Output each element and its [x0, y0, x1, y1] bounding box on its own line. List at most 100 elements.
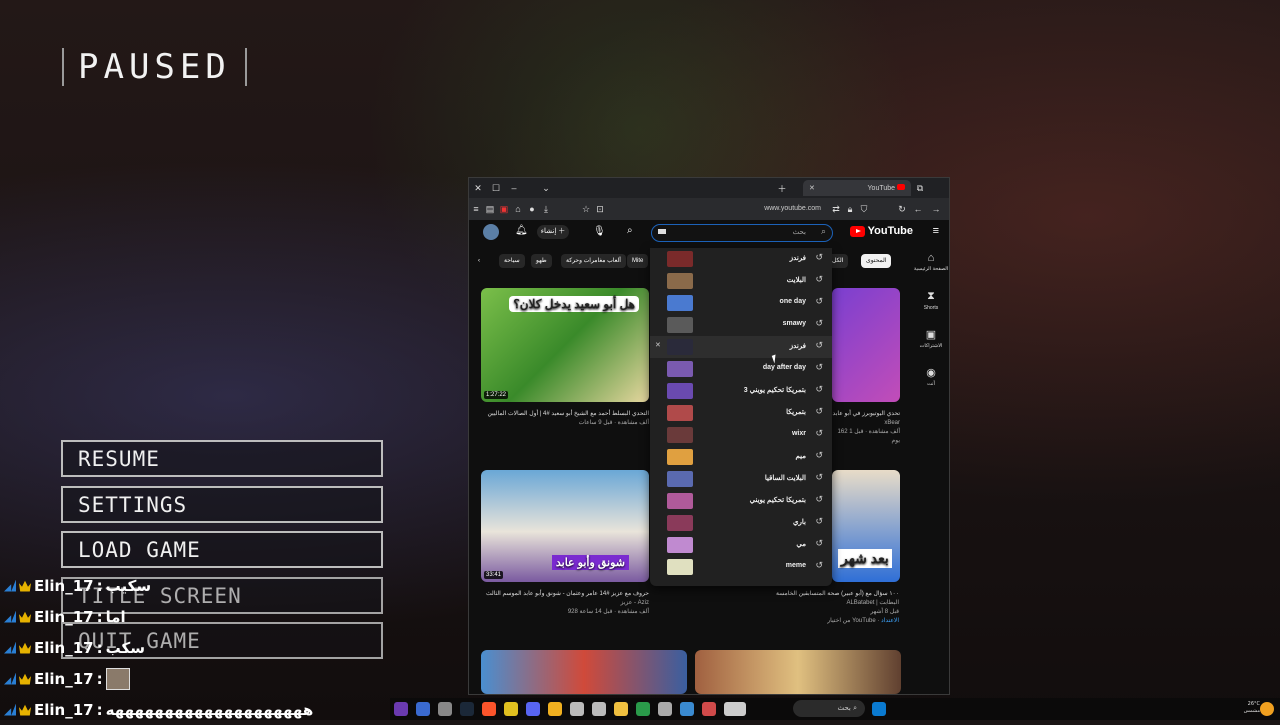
video-thumbnail[interactable] [832, 288, 900, 402]
avatar[interactable] [483, 224, 499, 240]
app-icon[interactable] [394, 702, 408, 716]
suggestion-item[interactable]: one day ↺ [650, 292, 832, 314]
puzzle-icon[interactable]: ⌂ [511, 204, 525, 214]
video-meta[interactable]: حروف مع عزيز #14 عامر وعثمان - شونق وأبو… [481, 590, 649, 617]
video-thumbnail[interactable] [695, 650, 901, 694]
crown-icon [19, 642, 31, 654]
steam-icon[interactable] [460, 702, 474, 716]
video-meta[interactable]: التحدي البسلط أحمد مع الشيخ أبو سعيد #4 … [481, 410, 649, 428]
suggestion-item[interactable]: بتمريكا تحكيم يويني ↺ [650, 490, 832, 512]
chevron-down-icon[interactable]: ⌄ [537, 183, 555, 194]
download-icon[interactable]: ⤓ [539, 204, 553, 215]
duration-badge: 33:41 [484, 571, 504, 579]
chevron-left-icon[interactable]: ‹ [473, 254, 485, 268]
chat-text: اما [105, 607, 126, 626]
chip[interactable]: سياحة [499, 254, 525, 268]
screenshot-icon[interactable]: ⊡ [593, 204, 607, 215]
folder-icon[interactable] [548, 702, 562, 716]
create-button[interactable]: إنشاء ＋ [537, 225, 569, 239]
video-thumbnail[interactable]: بعد شهر [832, 470, 900, 582]
url-text[interactable]: www.youtube.com [764, 205, 821, 212]
suggestion-item[interactable]: بتمريكا ↺ [650, 402, 832, 424]
sidebar-item-shorts[interactable]: ⧗ Shorts [913, 290, 949, 328]
address-bar[interactable]: ≡ ▤ ▣ ⌂ ● ⤓ ☆ ⊡ www.youtube.com ⇄ 🔒︎ ⛉ ↻… [469, 198, 949, 220]
search-icon[interactable]: ⌕ [627, 225, 633, 236]
extension-icon[interactable]: ▣ [497, 204, 511, 215]
app-icon[interactable] [570, 702, 584, 716]
vpn-icon[interactable]: ● [525, 204, 539, 214]
subscriptions-icon: ▣ [925, 329, 937, 341]
bookmark-icon[interactable]: ☆ [579, 204, 593, 215]
app-icon[interactable] [658, 702, 672, 716]
video-meta[interactable]: تحدي اليوتيوبرز في أبو عابد xBear 162 أل… [832, 410, 900, 446]
resume-button[interactable]: RESUME [61, 440, 383, 477]
forward-icon[interactable]: → [929, 204, 943, 214]
youtube-tab-icon [897, 184, 905, 190]
suggestion-item[interactable]: day after day ↺ [650, 358, 832, 380]
badge-icon [4, 641, 16, 654]
hamburger-icon[interactable]: ≡ [933, 225, 939, 237]
suggestion-item[interactable]: مي ↺ [650, 534, 832, 556]
brave-icon[interactable] [482, 702, 496, 716]
reload-icon[interactable]: ↻ [895, 204, 909, 215]
suggestion-item[interactable]: ✕ فرندز ↺ [650, 336, 832, 358]
sidebar-item-you[interactable]: ◉ أنت [913, 366, 949, 404]
workspaces-icon[interactable]: ⧉ [911, 183, 929, 194]
suggestion-item[interactable]: باري ↺ [650, 512, 832, 534]
close-window-icon[interactable]: ✕ [469, 183, 487, 194]
app-icon[interactable] [680, 702, 694, 716]
youtube-logo[interactable]: YouTube [849, 225, 913, 237]
emote-image [105, 667, 130, 690]
sidebar-icon[interactable]: ▤ [483, 204, 497, 215]
windows-start-icon[interactable] [872, 702, 886, 716]
typed-text [658, 229, 666, 234]
discord-icon[interactable] [526, 702, 540, 716]
remove-icon[interactable]: ✕ [655, 341, 661, 349]
tab-youtube[interactable]: ✕ YouTube [803, 180, 911, 196]
app-icon[interactable] [702, 702, 716, 716]
menu-icon[interactable]: ≡ [469, 204, 483, 214]
weather-widget[interactable]: 26°C مشمس [1244, 701, 1260, 715]
chat-user: Elin_17 [34, 576, 94, 595]
chip[interactable]: ألعاب مغامرات وحركة [561, 254, 626, 268]
chip-selected[interactable]: المحتوى [861, 254, 892, 268]
sidebar-item-home[interactable]: ⌂ الصفحة الرئيسية [913, 252, 949, 290]
suggestion-item[interactable]: meme ↺ [650, 556, 832, 578]
search-icon[interactable]: ⌕ [821, 226, 826, 237]
suggestion-item[interactable]: فرندز ↺ [650, 248, 832, 270]
video-thumbnail[interactable]: شونق وأبو عابد 33:41 [481, 470, 649, 582]
settings-button[interactable]: SETTINGS [61, 485, 383, 523]
sidebar-item-subscriptions[interactable]: ▣ الاشتراكات [913, 328, 949, 366]
load-game-button[interactable]: LOAD GAME [61, 531, 383, 568]
app-icon[interactable] [504, 702, 518, 716]
app-icon[interactable] [416, 702, 430, 716]
suggestion-item[interactable]: smawy ↺ [650, 314, 832, 336]
bell-icon[interactable]: 🔔︎ [515, 225, 528, 236]
translate-icon[interactable]: ⇄ [829, 204, 843, 215]
app-icon[interactable] [614, 702, 628, 716]
chip[interactable]: Mite [627, 254, 649, 268]
settings-icon[interactable] [592, 702, 606, 716]
minimize-icon[interactable]: – [505, 183, 523, 193]
suggestion-item[interactable]: بتمريكا تحكيم يويني 3 ↺ [650, 380, 832, 402]
suggestion-item[interactable]: ميم ↺ [650, 446, 832, 468]
suggestion-item[interactable]: wixr ↺ [650, 424, 832, 446]
video-channel: xBear [884, 420, 900, 426]
back-icon[interactable]: ← [911, 204, 925, 214]
shield-icon[interactable]: ⛉ [857, 204, 871, 215]
app-icon[interactable] [724, 702, 746, 716]
chip[interactable]: طهو [531, 254, 552, 268]
mic-icon[interactable]: 🎙︎ [593, 226, 606, 237]
maximize-icon[interactable]: ☐ [487, 183, 505, 194]
video-thumbnail[interactable] [481, 650, 687, 694]
close-tab-icon[interactable]: ✕ [809, 184, 815, 192]
video-meta[interactable]: ١٠٠ سؤال مع (أبو عبير) صحة المتسابقين ال… [739, 590, 899, 626]
video-thumbnail[interactable]: هل أبو سعيد يدخل كلان؟ 1:27:22 [481, 288, 649, 402]
search-input[interactable]: بحث ⌕ [651, 224, 833, 242]
app-icon[interactable] [438, 702, 452, 716]
suggestion-item[interactable]: البلايت ↺ [650, 270, 832, 292]
taskbar-search[interactable]: بحث ⌕ [793, 700, 865, 717]
suggestion-item[interactable]: البلايت الساقيا ↺ [650, 468, 832, 490]
app-icon[interactable] [636, 702, 650, 716]
new-tab-icon[interactable]: ＋ [773, 182, 791, 195]
